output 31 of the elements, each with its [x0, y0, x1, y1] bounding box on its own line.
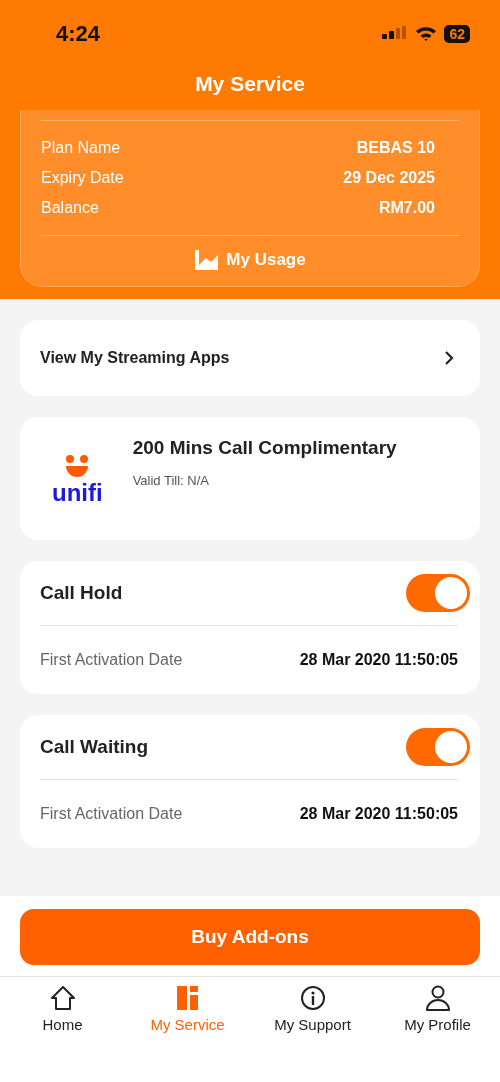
detail-value: 28 Mar 2020 11:50:05	[299, 805, 458, 823]
promo-title: 200 Mins Call Complimentary	[132, 437, 397, 459]
plan-label: Expiry Date	[41, 169, 124, 187]
toggle-switch[interactable]	[406, 574, 470, 612]
feature-name: Call Waiting	[40, 736, 149, 758]
feature-name: Call Hold	[40, 582, 123, 604]
nav-tab[interactable]: My Profile	[375, 983, 500, 1034]
nav-tab[interactable]: My Support	[250, 983, 375, 1034]
chart-icon	[194, 250, 219, 270]
brand-logo: unifi	[52, 481, 103, 505]
toggle-switch[interactable]	[406, 728, 470, 766]
info-icon	[298, 984, 327, 1012]
detail-label: First Activation Date	[40, 805, 183, 823]
detail-label: First Activation Date	[40, 651, 183, 669]
home-icon	[48, 984, 77, 1012]
plan-value: RM7.00	[378, 199, 435, 217]
status-time: 4:24	[56, 21, 101, 47]
person-icon	[423, 984, 452, 1012]
signal-icon	[382, 26, 409, 42]
plan-value: 29 Dec 2025	[343, 169, 435, 187]
page-title: My Service	[194, 72, 306, 96]
plan-label: Balance	[41, 199, 99, 217]
wifi-icon	[415, 26, 438, 42]
plan-label: Plan Name	[41, 139, 121, 157]
detail-value: 28 Mar 2020 11:50:05	[299, 651, 458, 669]
plan-value: BEBAS 10	[356, 139, 435, 157]
promo-validity: Valid Till: N/A	[132, 473, 210, 488]
streaming-apps-row[interactable]: View My Streaming Apps	[20, 320, 480, 396]
nav-tab[interactable]: Home	[0, 983, 125, 1034]
battery-icon: 62	[444, 25, 470, 43]
chevron-icon	[444, 350, 454, 366]
